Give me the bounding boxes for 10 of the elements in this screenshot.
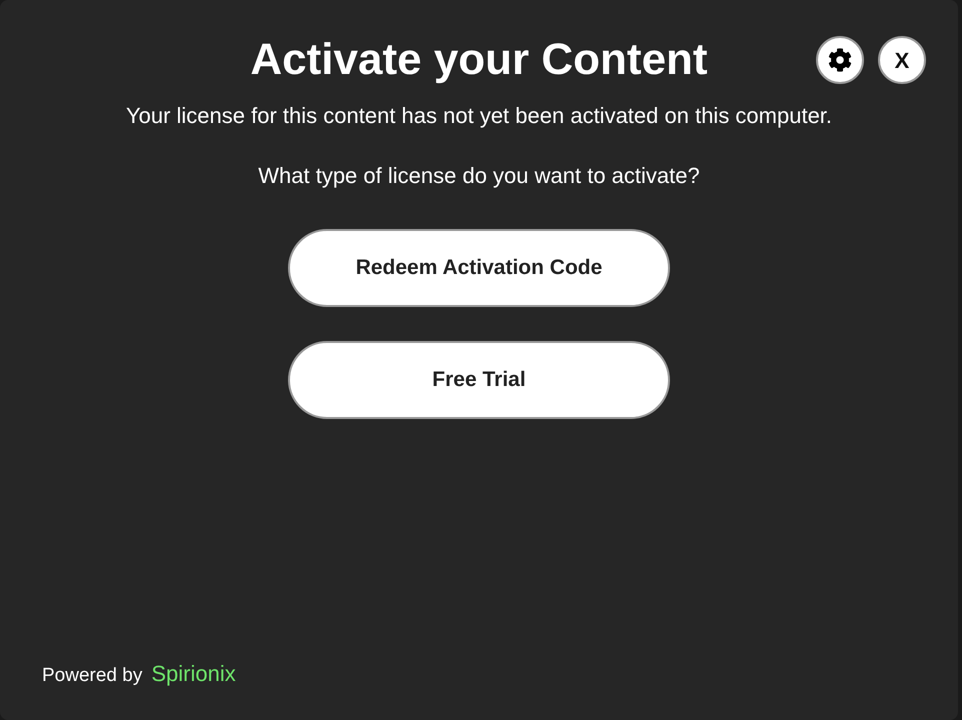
license-message: Your license for this content has not yet been activated on this computer.	[124, 102, 834, 130]
settings-button[interactable]	[816, 36, 864, 84]
dialog-title: Activate your Content	[250, 34, 708, 86]
brand-name: Spirionix	[151, 660, 236, 688]
close-button[interactable]: X	[878, 36, 926, 84]
powered-by-label: Powered by	[42, 664, 142, 688]
settings-icon	[828, 48, 852, 72]
license-option-button[interactable]: Redeem Activation Code	[288, 229, 670, 307]
license-option-button[interactable]: Free Trial	[288, 341, 670, 419]
license-question: What type of license do you want to activate?	[258, 162, 700, 190]
